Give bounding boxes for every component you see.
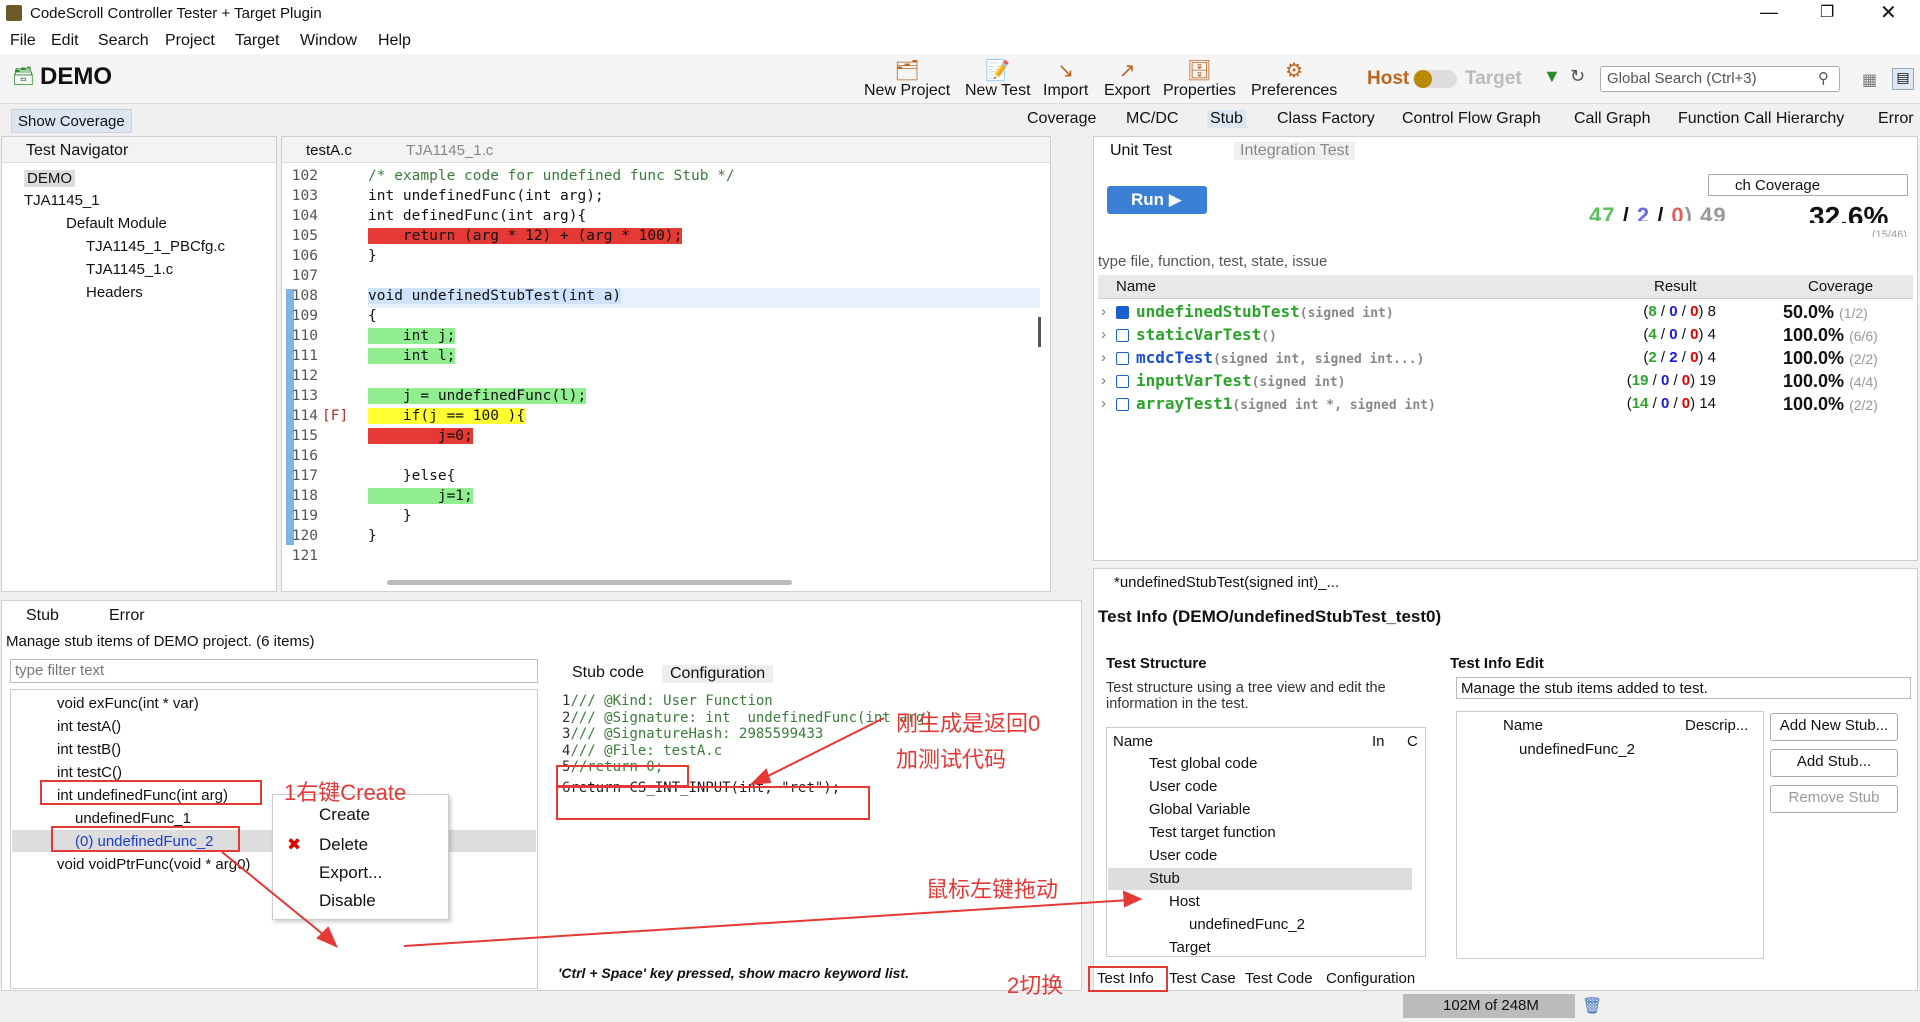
annotation-arrows (221, 717, 1143, 948)
